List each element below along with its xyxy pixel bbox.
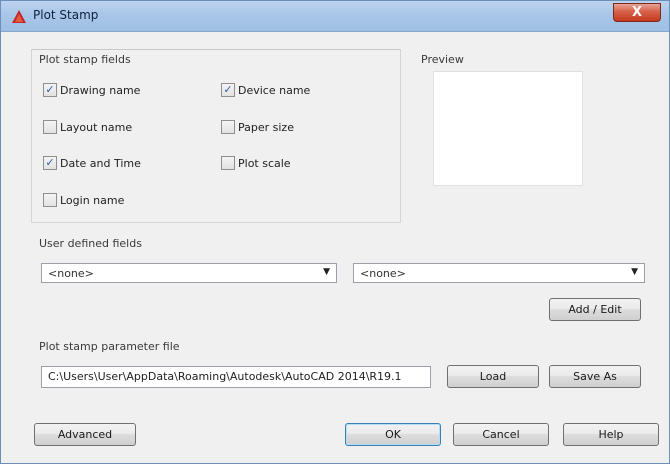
checkbox-layout-name[interactable]: Layout name <box>43 120 132 134</box>
check-icon[interactable]: ✓ <box>43 83 57 97</box>
plot-stamp-fields-label: Plot stamp fields <box>39 53 131 66</box>
dropdown-arrow-icon[interactable]: ▼ <box>631 267 638 277</box>
checkbox-label: Date and Time <box>60 156 141 170</box>
dropdown-value: <none> <box>48 267 94 280</box>
checkbox-plot-scale[interactable]: Plot scale <box>221 156 291 170</box>
checkbox-label: Paper size <box>238 120 294 134</box>
window-title: Plot Stamp <box>33 8 99 22</box>
close-button[interactable]: X <box>613 3 661 22</box>
dropdown-arrow-icon[interactable]: ▼ <box>323 267 330 277</box>
title-bar[interactable]: Plot Stamp X <box>1 1 669 32</box>
user-field-dropdown-2[interactable]: <none> ▼ <box>353 263 645 283</box>
empty-checkbox-icon[interactable] <box>43 193 57 207</box>
check-icon[interactable]: ✓ <box>221 83 235 97</box>
empty-checkbox-icon[interactable] <box>221 120 235 134</box>
ok-button[interactable]: OK <box>345 423 441 446</box>
save-as-button[interactable]: Save As <box>549 365 641 388</box>
checkbox-label: Device name <box>238 83 311 97</box>
checkbox-drawing-name[interactable]: ✓ Drawing name <box>43 83 140 97</box>
check-icon[interactable]: ✓ <box>43 156 57 170</box>
checkbox-login-name[interactable]: Login name <box>43 193 124 207</box>
checkbox-date-and-time[interactable]: ✓ Date and Time <box>43 156 141 170</box>
plot-stamp-dialog: Plot Stamp X Plot stamp fields ✓ Drawing… <box>0 0 670 464</box>
autocad-logo-icon <box>12 10 26 23</box>
checkbox-paper-size[interactable]: Paper size <box>221 120 294 134</box>
empty-checkbox-icon[interactable] <box>221 156 235 170</box>
user-defined-fields-label: User defined fields <box>39 237 142 250</box>
parameter-file-label: Plot stamp parameter file <box>39 340 180 353</box>
advanced-button[interactable]: Advanced <box>34 423 136 446</box>
parameter-file-path[interactable]: C:\Users\User\AppData\Roaming\Autodesk\A… <box>41 366 431 388</box>
checkbox-label: Login name <box>60 193 125 207</box>
help-button[interactable]: Help <box>563 423 659 446</box>
preview-label: Preview <box>421 53 464 66</box>
preview-pane <box>433 71 583 186</box>
checkbox-device-name[interactable]: ✓ Device name <box>221 83 310 97</box>
dropdown-value: <none> <box>360 267 406 280</box>
add-edit-button[interactable]: Add / Edit <box>549 298 641 321</box>
checkbox-label: Drawing name <box>60 83 141 97</box>
checkbox-label: Plot scale <box>238 156 291 170</box>
cancel-button[interactable]: Cancel <box>453 423 549 446</box>
user-field-dropdown-1[interactable]: <none> ▼ <box>41 263 337 283</box>
empty-checkbox-icon[interactable] <box>43 120 57 134</box>
checkbox-label: Layout name <box>60 120 133 134</box>
load-button[interactable]: Load <box>447 365 539 388</box>
